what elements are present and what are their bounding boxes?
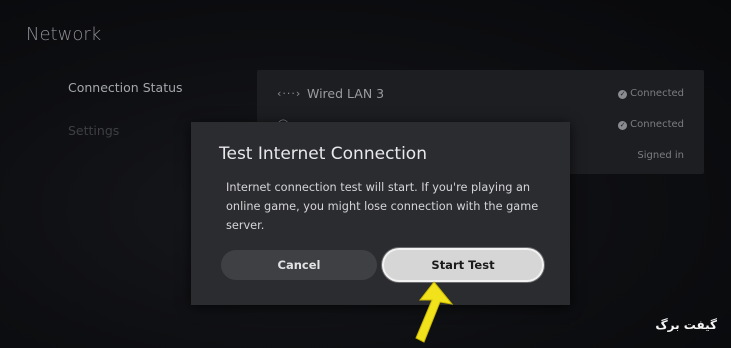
- status-badge: ✓ Connected: [618, 88, 684, 99]
- sidebar-item-settings[interactable]: Settings: [68, 123, 119, 138]
- watermark-logo: گیفت برگ: [655, 318, 717, 332]
- check-icon: ✓: [618, 90, 628, 99]
- pointer-arrow-icon: [415, 281, 454, 343]
- cancel-button[interactable]: Cancel: [221, 250, 377, 280]
- status-row-label: Wired LAN 3: [307, 86, 385, 101]
- dialog-message: Internet connection test will start. If …: [226, 181, 539, 232]
- wired-lan-icon: ‹···›: [277, 87, 302, 100]
- check-icon: ✓: [618, 121, 628, 130]
- test-connection-dialog: Test Internet Connection Internet connec…: [191, 122, 570, 305]
- start-test-button[interactable]: Start Test: [384, 250, 542, 280]
- page-title: Network: [26, 24, 102, 45]
- status-row-wired-lan: ‹···› Wired LAN 3 ✓ Connected: [257, 82, 704, 110]
- network-screen: Network Connection Status Settings ‹···›…: [0, 0, 731, 348]
- status-badge: Signed in: [637, 150, 684, 161]
- dialog-title: Test Internet Connection: [219, 144, 427, 164]
- sidebar-item-connection-status[interactable]: Connection Status: [68, 80, 183, 95]
- status-badge: ✓ Connected: [618, 119, 684, 130]
